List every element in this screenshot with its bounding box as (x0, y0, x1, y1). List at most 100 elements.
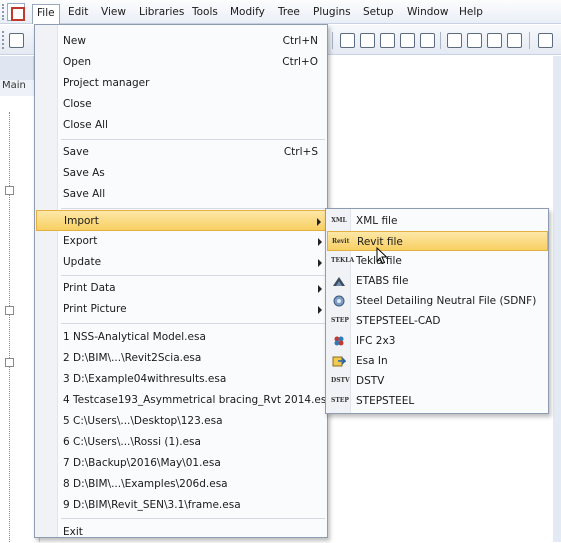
tab-main[interactable]: Main (0, 80, 34, 96)
render-icon[interactable] (400, 33, 415, 48)
import-dstv[interactable]: DSTV DSTV (327, 371, 548, 391)
menu-item-label: New (63, 35, 86, 47)
menu-item-save[interactable]: Save Ctrl+S (36, 142, 327, 163)
menu-item-label: 4 Testcase193_Asymmetrical bracing_Rvt 2… (63, 394, 333, 406)
tree-connector (9, 112, 10, 542)
toolbar-grip[interactable] (2, 31, 4, 49)
app-icon[interactable] (7, 3, 25, 21)
menu-item-exit[interactable]: Exit (36, 522, 327, 543)
menu-setup[interactable]: Setup (359, 4, 398, 21)
import-tekla-file[interactable]: TEKLA Tekla file (327, 251, 548, 271)
menu-item-shortcut: Ctrl+S (283, 146, 318, 158)
import-etabs-file[interactable]: ETABS file (327, 271, 548, 291)
menu-bar: File Edit View Libraries Tools Modify Tr… (0, 0, 561, 24)
submenu-item-label: XML file (356, 215, 398, 227)
submenu-arrow-icon (318, 285, 322, 293)
menu-modify[interactable]: Modify (226, 4, 269, 21)
menu-item-new[interactable]: New Ctrl+N (36, 31, 327, 52)
menu-item-update[interactable]: Update (36, 252, 327, 273)
menu-item-save-as[interactable]: Save As (36, 163, 327, 184)
menu-item-label: Export (63, 235, 98, 247)
menu-separator (61, 208, 325, 209)
menu-file[interactable]: File (32, 4, 60, 24)
file-menu-dropdown: New Ctrl+N Open Ctrl+O Project manager C… (34, 24, 333, 538)
menu-separator (61, 518, 325, 519)
menu-item-print-picture[interactable]: Print Picture (36, 299, 327, 320)
ifc-icon (331, 335, 347, 347)
draw-icon[interactable] (340, 33, 355, 48)
menu-window[interactable]: Window (403, 4, 452, 21)
menu-item-import[interactable]: Import (36, 210, 327, 231)
menu-item-label: Update (63, 256, 102, 268)
menu-item-close[interactable]: Close (36, 94, 327, 115)
menu-plugins[interactable]: Plugins (309, 4, 355, 21)
report-icon[interactable] (420, 33, 435, 48)
import-revit-file[interactable]: Revit Revit file (327, 231, 548, 251)
stepsteel-cad-icon: STEP (331, 317, 349, 324)
import-stepsteel[interactable]: STEP STEPSTEEL (327, 391, 548, 411)
recent-file-2[interactable]: 2 D:\BIM\...\Revit2Scia.esa (36, 348, 327, 369)
submenu-arrow-icon (318, 306, 322, 314)
menu-item-label: 9 D:\BIM\Revit_SEN\3.1\frame.esa (63, 499, 241, 511)
menu-item-label: Print Picture (63, 303, 127, 315)
tree-expander-icon[interactable] (5, 186, 14, 195)
menu-item-label: 1 NSS-Analytical Model.esa (63, 331, 206, 343)
recent-file-7[interactable]: 7 D:\Backup\2016\May\01.esa (36, 453, 327, 474)
print-icon[interactable] (447, 33, 462, 48)
print-preview-icon[interactable] (467, 33, 482, 48)
menu-item-label: 2 D:\BIM\...\Revit2Scia.esa (63, 352, 202, 364)
window-icon[interactable] (507, 33, 522, 48)
menu-item-close-all[interactable]: Close All (36, 115, 327, 136)
tree-expander-icon[interactable] (5, 306, 14, 315)
recent-file-8[interactable]: 8 D:\BIM\...\Examples\206d.esa (36, 474, 327, 495)
toolbar-separator (529, 32, 530, 49)
submenu-arrow-icon (318, 259, 322, 267)
menu-item-label: Open (63, 56, 92, 68)
menu-libraries[interactable]: Libraries (135, 4, 188, 21)
menu-item-save-all[interactable]: Save All (36, 184, 327, 205)
tree-expander-icon[interactable] (5, 358, 14, 367)
import-esa-in[interactable]: Esa In (327, 351, 548, 371)
menubar-grip[interactable] (2, 4, 5, 20)
menu-edit[interactable]: Edit (64, 4, 92, 21)
submenu-item-label: DSTV (356, 375, 385, 387)
library-icon[interactable] (380, 33, 395, 48)
menu-tools[interactable]: Tools (188, 4, 222, 21)
menu-item-print-data[interactable]: Print Data (36, 278, 327, 299)
import-sdnf-file[interactable]: Steel Detailing Neutral File (SDNF) (327, 291, 548, 311)
menu-separator (61, 323, 325, 324)
menu-item-label: 8 D:\BIM\...\Examples\206d.esa (63, 478, 228, 490)
menu-item-open[interactable]: Open Ctrl+O (36, 52, 327, 73)
menu-item-label: Save All (63, 188, 106, 200)
menu-item-label: Print Data (63, 282, 116, 294)
tekla-icon: TEKLA (331, 257, 355, 264)
dstv-icon: DSTV (331, 377, 350, 384)
recent-file-1[interactable]: 1 NSS-Analytical Model.esa (36, 327, 327, 348)
recent-file-3[interactable]: 3 D:\Example04withresults.esa (36, 369, 327, 390)
recent-file-6[interactable]: 6 C:\Users\...\Rossi (1).esa (36, 432, 327, 453)
menu-tree[interactable]: Tree (274, 4, 304, 21)
menu-item-label: Close All (63, 119, 108, 131)
menu-item-project-manager[interactable]: Project manager (36, 73, 327, 94)
recent-file-5[interactable]: 5 C:\Users\...\Desktop\123.esa (36, 411, 327, 432)
toolbar-separator (440, 32, 441, 49)
submenu-item-label: STEPSTEEL (356, 395, 415, 407)
menu-item-shortcut: Ctrl+O (282, 56, 318, 68)
recent-file-4[interactable]: 4 Testcase193_Asymmetrical bracing_Rvt 2… (36, 390, 333, 411)
table-icon[interactable] (360, 33, 375, 48)
menu-item-shortcut: Ctrl+N (282, 35, 318, 47)
menu-separator (61, 275, 325, 276)
import-ifc-2x3[interactable]: IFC 2x3 (327, 331, 548, 351)
import-stepsteel-cad[interactable]: STEP STEPSTEEL-CAD (327, 311, 548, 331)
document-icon[interactable] (487, 33, 502, 48)
menu-view[interactable]: View (97, 4, 130, 21)
esa-in-icon (331, 355, 347, 367)
toolbar-overflow-icon[interactable] (538, 33, 553, 48)
menu-item-export[interactable]: Export (36, 231, 327, 252)
menu-item-label: 7 D:\Backup\2016\May\01.esa (63, 457, 221, 469)
submenu-item-label: IFC 2x3 (356, 335, 396, 347)
menu-help[interactable]: Help (455, 4, 487, 21)
recent-file-9[interactable]: 9 D:\BIM\Revit_SEN\3.1\frame.esa (36, 495, 327, 516)
new-document-icon[interactable] (9, 33, 24, 48)
import-xml-file[interactable]: XML XML file (327, 211, 548, 231)
